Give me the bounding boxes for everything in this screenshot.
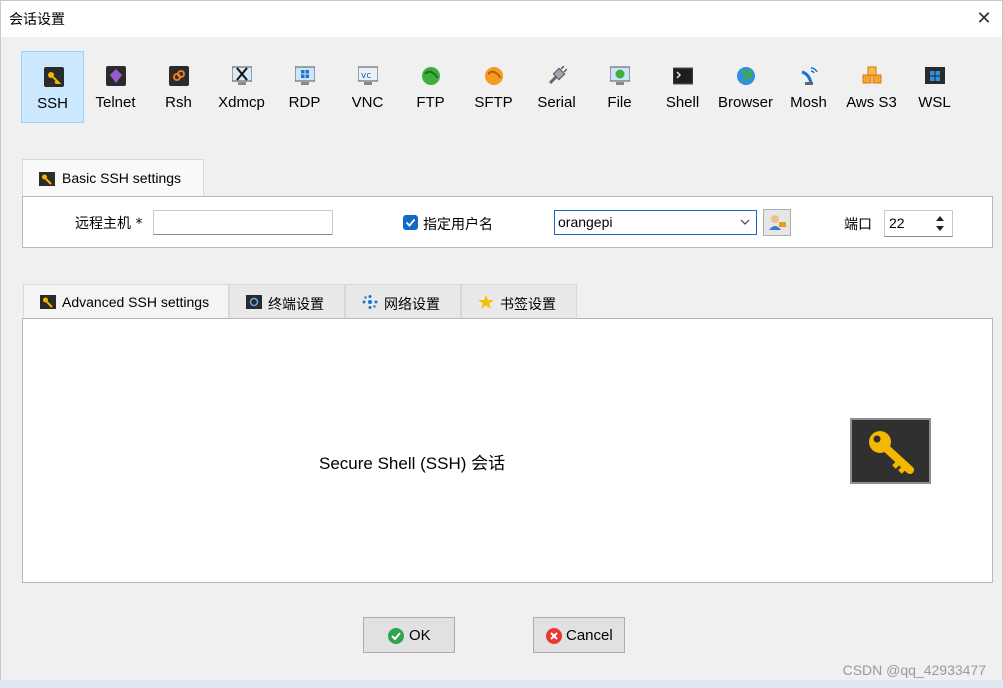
- session-type-label: Rsh: [165, 94, 192, 111]
- ssh-key-icon: [39, 172, 55, 186]
- session-type-sftp[interactable]: SFTP: [462, 51, 525, 123]
- spin-down-icon[interactable]: [936, 226, 944, 232]
- title-bar: 会话设置 ✕: [1, 1, 1002, 37]
- session-description: Secure Shell (SSH) 会话: [319, 454, 506, 473]
- username-combobox[interactable]: orangepi: [554, 210, 757, 235]
- session-type-file[interactable]: File: [588, 51, 651, 123]
- session-type-label: File: [607, 94, 632, 111]
- session-type-label: SFTP: [474, 94, 513, 111]
- session-type-label: Telnet: [95, 94, 136, 111]
- ok-button[interactable]: OK: [363, 617, 455, 653]
- session-type-bar: SSH Telnet Rsh Xdmcp RDP vc VNC FTP SFTP…: [21, 51, 981, 123]
- browser-globe-icon: [737, 67, 755, 85]
- rdp-icon: [295, 66, 315, 85]
- session-type-rsh[interactable]: Rsh: [147, 51, 210, 123]
- session-type-label: WSL: [918, 94, 951, 111]
- tab-terminal-settings[interactable]: 终端设置: [229, 284, 345, 319]
- remote-host-input[interactable]: [153, 210, 333, 235]
- svg-text:vc: vc: [361, 71, 371, 81]
- ssh-key-icon: [40, 295, 56, 309]
- star-icon: [478, 295, 494, 309]
- session-type-ftp[interactable]: FTP: [399, 51, 462, 123]
- specify-username-checkbox[interactable]: [403, 215, 418, 230]
- cancel-button[interactable]: Cancel: [533, 617, 625, 653]
- ftp-globe-icon: [422, 67, 440, 85]
- tab-network-settings[interactable]: 网络设置: [345, 284, 461, 319]
- tab-label: Advanced SSH settings: [62, 294, 210, 310]
- port-spinbox[interactable]: 22: [884, 210, 953, 237]
- spin-up-icon[interactable]: [936, 215, 944, 221]
- session-type-label: VNC: [351, 94, 384, 111]
- session-type-rdp[interactable]: RDP: [273, 51, 336, 123]
- watermark-text: CSDN @qq_42933477: [842, 662, 986, 678]
- cancel-label: Cancel: [566, 627, 613, 644]
- chevron-down-icon[interactable]: [740, 218, 750, 226]
- ssh-key-image: [850, 418, 931, 484]
- session-type-shell[interactable]: Shell: [651, 51, 714, 123]
- session-type-wsl[interactable]: WSL: [903, 51, 966, 123]
- aws-s3-cubes-icon: [862, 66, 882, 84]
- session-type-label: FTP: [416, 94, 445, 111]
- xdmcp-icon: [232, 66, 252, 85]
- session-type-mosh[interactable]: Mosh: [777, 51, 840, 123]
- ssh-key-icon: [44, 67, 64, 87]
- file-monitor-icon: [610, 66, 630, 85]
- close-button[interactable]: ✕: [972, 7, 996, 31]
- tab-bookmark-settings[interactable]: 书签设置: [461, 284, 577, 319]
- wsl-windows-icon: [925, 67, 945, 84]
- session-type-label: Shell: [665, 94, 700, 111]
- network-icon: [362, 295, 378, 309]
- session-type-label: SSH: [37, 95, 68, 112]
- session-type-label: Xdmcp: [218, 94, 265, 111]
- session-type-xdmcp[interactable]: Xdmcp: [210, 51, 273, 123]
- username-value: orangepi: [558, 214, 613, 230]
- ok-label: OK: [409, 627, 431, 644]
- tab-basic-ssh-settings[interactable]: Basic SSH settings: [22, 159, 204, 197]
- session-type-label: Aws S3: [846, 94, 897, 111]
- port-value: 22: [889, 215, 905, 231]
- terminal-settings-icon: [246, 295, 262, 309]
- telnet-icon: [106, 66, 126, 86]
- cancel-circle-icon: [546, 628, 562, 644]
- tab-label: 网络设置: [384, 296, 440, 312]
- session-type-label: RDP: [288, 94, 321, 111]
- vnc-icon: vc: [358, 66, 378, 85]
- tab-label: 书签设置: [500, 296, 556, 312]
- tab-label: 终端设置: [268, 296, 324, 312]
- rsh-icon: [169, 66, 189, 86]
- session-type-aws-s3[interactable]: Aws S3: [840, 51, 903, 123]
- tab-label: Basic SSH settings: [62, 170, 182, 186]
- session-type-vnc[interactable]: vc VNC: [336, 51, 399, 123]
- session-type-label: Browser: [717, 94, 773, 111]
- key-icon: [869, 431, 914, 474]
- mosh-satellite-icon: [801, 67, 818, 85]
- serial-plug-icon: [548, 66, 567, 85]
- remote-host-label: 远程主机 *: [75, 216, 143, 232]
- user-icon: [769, 215, 786, 230]
- sftp-globe-icon: [485, 67, 503, 85]
- checkmark-icon: [405, 218, 416, 227]
- background-strip: [0, 680, 1003, 688]
- specify-username-label: 指定用户名: [423, 217, 493, 233]
- check-circle-icon: [388, 628, 404, 644]
- session-type-label: Mosh: [790, 94, 827, 111]
- user-manager-button[interactable]: [763, 209, 791, 236]
- session-type-label: Serial: [537, 94, 576, 111]
- port-label: 端口: [844, 217, 872, 233]
- advanced-settings-panel: Secure Shell (SSH) 会话: [22, 318, 993, 583]
- session-type-browser[interactable]: Browser: [714, 51, 777, 123]
- session-type-ssh[interactable]: SSH: [21, 51, 84, 123]
- shell-terminal-icon: [673, 67, 693, 85]
- session-settings-dialog: 会话设置 ✕ SSH Telnet Rsh Xdmcp RDP vc VNC F…: [0, 0, 1003, 688]
- window-title: 会话设置: [9, 12, 65, 28]
- session-type-telnet[interactable]: Telnet: [84, 51, 147, 123]
- session-type-serial[interactable]: Serial: [525, 51, 588, 123]
- tab-advanced-ssh-settings[interactable]: Advanced SSH settings: [23, 284, 229, 319]
- basic-ssh-settings-panel: 远程主机 * 指定用户名 orangepi 端口 22: [22, 196, 993, 248]
